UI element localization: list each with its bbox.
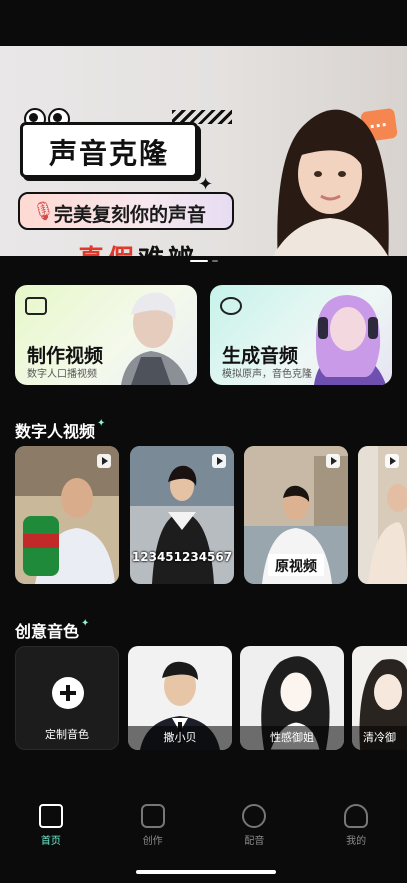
make-video-title: 制作视频 — [27, 345, 104, 367]
plus-icon — [52, 677, 84, 709]
mic-sparkle-icon — [220, 297, 242, 315]
video-caption: 123451234567 — [131, 550, 233, 564]
home-indicator[interactable] — [136, 870, 276, 874]
video-caption: 原视频 — [275, 559, 317, 575]
play-icon — [97, 454, 111, 468]
pagination-dot-active — [189, 260, 208, 262]
tile-label: 撒小贝 — [128, 726, 232, 750]
digital-human-section-title: 数字人视频 — [15, 418, 105, 442]
tile-label: 清冷御 — [352, 726, 407, 750]
voice-tile[interactable]: 撒小贝 — [128, 646, 232, 750]
creative-voice-section-title: 创意音色 — [15, 618, 89, 642]
chat-bubble-icon — [242, 804, 267, 828]
nav-item-home[interactable]: 首页 — [0, 795, 102, 855]
voice-clone-banner[interactable]: 声音克隆 ✦ 🎙 完美复刻你的声音 真假难辨 — [0, 46, 407, 256]
play-icon — [212, 454, 226, 468]
play-icon — [326, 454, 340, 468]
play-icon — [385, 454, 399, 468]
video-card[interactable]: 原视频 — [244, 446, 348, 584]
nav-item-dubbing[interactable]: 配音 — [204, 795, 306, 855]
make-video-subtitle: 数字人口播视频 — [27, 369, 97, 380]
banner-tag: 真假难辨 — [78, 239, 198, 256]
banner-title: 声音克隆 — [48, 137, 169, 170]
voice-tile[interactable]: 性感御姐 — [240, 646, 344, 750]
nav-label: 我的 — [346, 836, 367, 847]
pagination-dot — [211, 260, 218, 262]
banner-subtitle: 完美复刻你的声音 — [54, 204, 207, 226]
banner-woman-image — [273, 109, 389, 256]
nav-item-mine[interactable]: 我的 — [305, 795, 407, 855]
video-thumbnail — [358, 446, 407, 584]
generate-audio-subtitle: 模拟原声，音色克隆 — [222, 369, 312, 380]
video-card[interactable] — [358, 446, 407, 584]
tile-label: 定制音色 — [45, 728, 89, 741]
clapboard-icon — [38, 804, 63, 828]
generate-audio-title: 生成音频 — [222, 345, 299, 367]
banner-tag-prefix: 真假 — [78, 245, 138, 256]
microphone-icon: 🎙 — [32, 201, 55, 222]
nav-label: 创作 — [142, 836, 163, 847]
voice-tile[interactable]: 清冷御 — [352, 646, 407, 750]
generate-audio-card[interactable]: 生成音频 模拟原声，音色克隆 — [210, 285, 392, 385]
smile-box-icon — [140, 804, 165, 828]
custom-voice-tile[interactable]: 定制音色 — [15, 646, 119, 750]
banner-tag-suffix: 难辨 — [138, 245, 198, 256]
video-plus-icon — [25, 297, 47, 315]
nav-label: 首页 — [40, 836, 61, 847]
banner-pagination — [0, 260, 407, 262]
nav-item-create[interactable]: 创作 — [102, 795, 204, 855]
video-card[interactable]: 123451234567 — [130, 446, 234, 584]
bottom-nav: 首页 创作 配音 我的 — [0, 795, 407, 855]
nav-label: 配音 — [244, 836, 265, 847]
tile-label: 性感御姐 — [240, 726, 344, 750]
android-man-image — [121, 292, 189, 385]
user-icon — [344, 804, 369, 828]
video-card[interactable] — [15, 446, 119, 584]
make-video-card[interactable]: 制作视频 数字人口播视频 — [15, 285, 197, 385]
home-screen: 声音克隆 ✦ 🎙 完美复刻你的声音 真假难辨 制作视频 数字人口播视频 — [0, 0, 407, 883]
